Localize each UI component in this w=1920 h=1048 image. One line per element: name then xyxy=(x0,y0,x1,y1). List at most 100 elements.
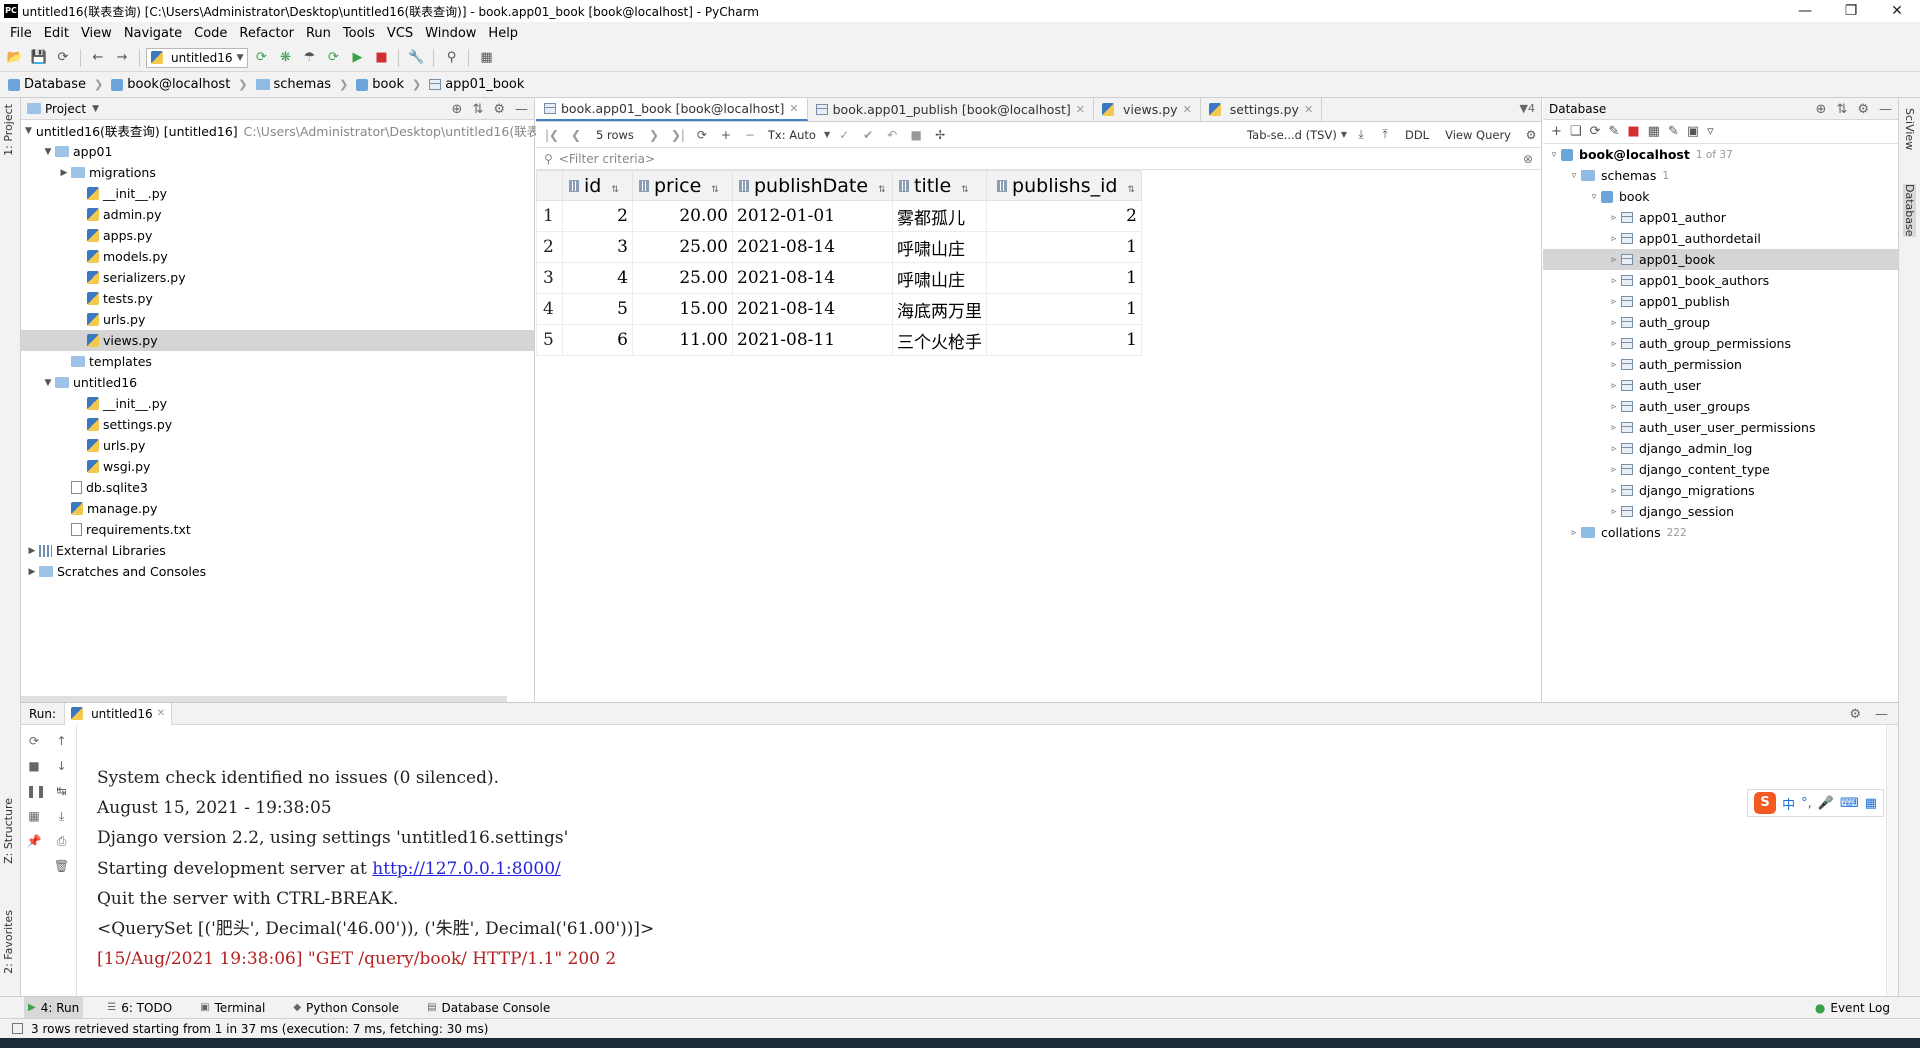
run-config-select[interactable]: untitled16 ▼ xyxy=(146,47,249,68)
tx-mode-select[interactable]: Tx: Auto xyxy=(764,128,820,142)
close-icon[interactable]: ✕ xyxy=(1874,0,1920,22)
server-url-link[interactable]: http://127.0.0.1:8000/ xyxy=(372,859,561,879)
next-page-icon[interactable]: ❯ xyxy=(644,128,664,142)
db-tree-item[interactable]: ▹ app01_book_authors xyxy=(1543,270,1898,291)
maximize-icon[interactable]: ❐ xyxy=(1828,0,1874,22)
tree-item[interactable]: ▶ Scratches and Consoles xyxy=(21,561,534,582)
db-tree-item[interactable]: ▹ django_admin_log xyxy=(1543,438,1898,459)
sciview-tool-tab[interactable]: SciView xyxy=(1903,108,1916,150)
microphone-icon[interactable]: 🎤 xyxy=(1818,796,1834,811)
gear-icon[interactable]: ⚙ xyxy=(1849,707,1861,722)
view-query-button[interactable]: View Query xyxy=(1439,128,1517,142)
sort-icon[interactable]: ⇅ xyxy=(1127,185,1135,195)
chevron-right-icon[interactable]: ▹ xyxy=(1607,507,1621,517)
chevron-down-icon[interactable]: ▼ xyxy=(92,104,99,114)
close-icon[interactable]: ✕ xyxy=(1304,103,1313,116)
scroll-up-icon[interactable]: ↑ xyxy=(54,733,70,749)
reload-icon[interactable]: ⟳ xyxy=(692,128,712,142)
tree-item[interactable]: ▼ app01 xyxy=(21,141,534,162)
locate-icon[interactable]: ⊕ xyxy=(1816,102,1827,117)
copy-icon[interactable]: ❏ xyxy=(1570,124,1582,139)
tree-item[interactable]: ▼ untitled16 xyxy=(21,372,534,393)
table-cell[interactable]: 1 xyxy=(986,262,1142,294)
tool-tab-todo[interactable]: ☰ 6: TODO xyxy=(103,997,176,1019)
tree-item[interactable]: ▶ migrations xyxy=(21,162,534,183)
table-row[interactable]: 2 3 25.00 2021-08-14 呼啸山庄 1 xyxy=(536,231,1142,263)
column-header[interactable]: publishDate ⇅ xyxy=(732,170,893,201)
table-cell[interactable]: 15.00 xyxy=(632,293,733,325)
delete-row-icon[interactable]: − xyxy=(740,128,760,142)
check-icon[interactable]: ✔ xyxy=(858,128,878,142)
chevron-right-icon[interactable]: ▹ xyxy=(1607,381,1621,391)
ime-toolbar[interactable]: S 中 °, 🎤 ⌨ ▦ xyxy=(1747,789,1884,817)
back-icon[interactable]: ← xyxy=(87,47,109,69)
chevron-right-icon[interactable]: ▹ xyxy=(1607,444,1621,454)
stop-icon[interactable]: ■ xyxy=(26,758,42,774)
tree-item[interactable]: __init__.py xyxy=(21,393,534,414)
table-cell[interactable]: 海底两万里 xyxy=(892,293,987,325)
chevron-right-icon[interactable]: ▹ xyxy=(1607,402,1621,412)
table-cell[interactable]: 2021-08-14 xyxy=(732,293,893,325)
print-icon[interactable]: ⎙ xyxy=(54,833,70,849)
db-tree-item[interactable]: ▹ collations 222 xyxy=(1543,522,1898,543)
table-cell[interactable]: 1 xyxy=(986,293,1142,325)
table-row[interactable]: 3 4 25.00 2021-08-14 呼啸山庄 1 xyxy=(536,262,1142,294)
hide-icon[interactable]: — xyxy=(515,102,528,117)
keyboard-icon[interactable]: ⌨ xyxy=(1840,796,1859,811)
db-tree-item[interactable]: ▹ auth_user xyxy=(1543,375,1898,396)
table-cell[interactable]: 2021-08-14 xyxy=(732,262,893,294)
filter-bar[interactable]: ⚲ <Filter criteria> ⊗ xyxy=(536,148,1541,170)
close-icon[interactable]: ✕ xyxy=(1183,103,1192,116)
pause-icon[interactable]: ❚❚ xyxy=(26,783,46,799)
tree-item[interactable]: settings.py xyxy=(21,414,534,435)
chevron-right-icon[interactable]: ▹ xyxy=(1607,276,1621,286)
status-icon[interactable] xyxy=(12,1023,23,1034)
project-view-select[interactable]: Project xyxy=(45,102,86,116)
tree-item[interactable]: urls.py xyxy=(21,309,534,330)
editor-tab[interactable]: book.app01_book [book@localhost] ✕ xyxy=(536,98,808,121)
run-tab[interactable]: untitled16 ✕ xyxy=(64,702,173,725)
hide-icon[interactable]: — xyxy=(1879,102,1892,117)
tree-item[interactable]: models.py xyxy=(21,246,534,267)
table-row[interactable]: 1 2 20.00 2012-01-01 雾都孤儿 2 xyxy=(536,200,1142,232)
menu-item-code[interactable]: Code xyxy=(188,26,233,41)
db-tree-item[interactable]: ▹ app01_publish xyxy=(1543,291,1898,312)
table-cell[interactable]: 25.00 xyxy=(632,231,733,263)
tool-tab-database-console[interactable]: ▤ Database Console xyxy=(423,997,554,1019)
menu-item-view[interactable]: View xyxy=(75,26,118,41)
chevron-right-icon[interactable]: ▹ xyxy=(1607,486,1621,496)
chevron-down-icon[interactable]: ▿ xyxy=(1547,150,1561,160)
save-all-icon[interactable]: 💾 xyxy=(28,47,50,69)
sync-icon[interactable]: ⟳ xyxy=(52,47,74,69)
table-cell[interactable]: 4 xyxy=(562,262,633,294)
chevron-right-icon[interactable]: ▹ xyxy=(1607,234,1621,244)
tool-tab-run[interactable]: ▶ 4: Run xyxy=(24,996,84,1019)
sort-icon[interactable]: ⇅ xyxy=(878,185,886,195)
column-header[interactable]: id ⇅ xyxy=(562,170,633,201)
tree-item[interactable]: tests.py xyxy=(21,288,534,309)
menu-item-navigate[interactable]: Navigate xyxy=(118,26,188,41)
db-tree-item[interactable]: ▹ app01_author xyxy=(1543,207,1898,228)
table-cell[interactable]: 雾都孤儿 xyxy=(892,200,987,232)
console-output[interactable]: System check identified no issues (0 sil… xyxy=(97,763,654,974)
chevron-right-icon[interactable]: ▹ xyxy=(1607,318,1621,328)
tree-item[interactable]: admin.py xyxy=(21,204,534,225)
chevron-right-icon[interactable]: ▹ xyxy=(1567,528,1581,538)
db-tree-item[interactable]: ▹ django_content_type xyxy=(1543,459,1898,480)
database-tool-tab[interactable]: Database xyxy=(1903,184,1916,237)
vertical-scrollbar[interactable] xyxy=(1886,725,1898,997)
chevron-down-icon[interactable]: ▿ xyxy=(1567,171,1581,181)
ddl-button[interactable]: DDL xyxy=(1399,128,1435,142)
db-tree-item[interactable]: ▹ auth_user_groups xyxy=(1543,396,1898,417)
prev-page-icon[interactable]: ❮ xyxy=(566,128,586,142)
row-count[interactable]: 5 rows xyxy=(590,128,640,142)
search-icon[interactable]: ⚲ xyxy=(440,47,462,69)
table-cell[interactable]: 20.00 xyxy=(632,200,733,232)
chevron-right-icon[interactable]: ▹ xyxy=(1607,465,1621,475)
commit-icon[interactable]: ✓ xyxy=(834,128,854,142)
forward-icon[interactable]: → xyxy=(111,47,133,69)
table-cell[interactable]: 2012-01-01 xyxy=(732,200,893,232)
layout-icon[interactable]: ▦ xyxy=(26,808,42,824)
gear-icon[interactable]: ⚙ xyxy=(493,102,505,117)
project-tool-tab[interactable]: 1: Project xyxy=(2,104,15,156)
